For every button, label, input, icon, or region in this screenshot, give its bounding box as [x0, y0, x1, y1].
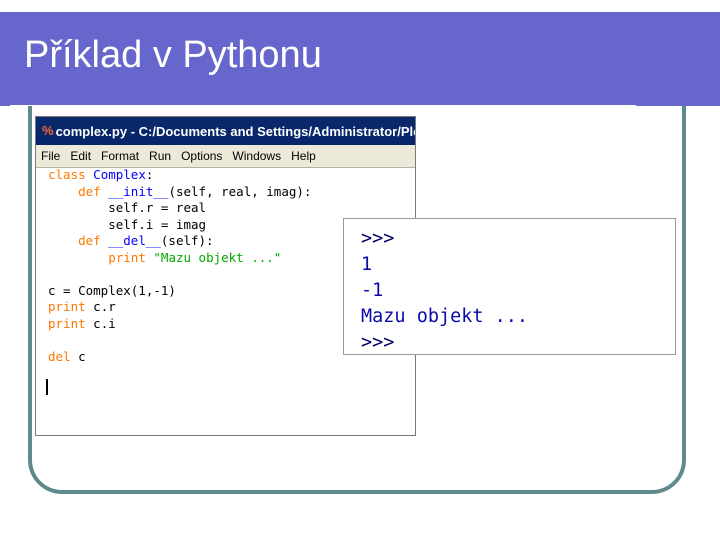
menu-help[interactable]: Help	[286, 149, 321, 163]
window-titlebar[interactable]: % complex.py - C:/Documents and Settings…	[36, 117, 415, 145]
shell-prompt: >>>	[361, 332, 395, 353]
code-line: print c.r	[48, 299, 116, 314]
window-title: complex.py - C:/Documents and Settings/A…	[55, 123, 415, 139]
code-line: c = Complex(1,-1)	[48, 282, 176, 298]
menu-options[interactable]: Options	[176, 149, 227, 163]
code-line: del c	[48, 348, 86, 364]
shell-output-line: 1	[361, 254, 373, 275]
code-line: class Complex:	[48, 167, 154, 182]
shell-output-line: -1	[361, 280, 384, 301]
menu-run[interactable]: Run	[144, 149, 176, 163]
shell-output: >>> 1 -1 Mazu objekt ... >>>	[361, 226, 528, 356]
code-line: print "Mazu objekt ..."	[108, 249, 282, 265]
shell-output-panel: >>> 1 -1 Mazu objekt ... >>>	[343, 218, 676, 355]
code-line: def __del__(self):	[78, 233, 214, 248]
code-line: self.i = imag	[48, 216, 207, 232]
menu-file[interactable]: File	[36, 149, 65, 163]
menu-format[interactable]: Format	[96, 149, 144, 163]
slide-title: Příklad v Pythonu	[24, 34, 322, 76]
python-idle-icon: %	[42, 123, 54, 138]
text-cursor	[46, 379, 48, 395]
code-editor[interactable]: class Complex: def __init__(self, real, …	[48, 167, 311, 365]
code-line: def __init__(self, real, imag):	[78, 183, 312, 199]
menu-bar: File Edit Format Run Options Windows Hel…	[36, 145, 415, 168]
shell-output-line: Mazu objekt ...	[361, 306, 529, 327]
code-line: print c.i	[48, 315, 116, 331]
menu-windows[interactable]: Windows	[227, 149, 286, 163]
slide-title-bar: Příklad v Pythonu	[0, 12, 720, 108]
code-line: self.r = real	[48, 200, 207, 215]
menu-edit[interactable]: Edit	[65, 149, 96, 163]
shell-prompt: >>>	[361, 228, 395, 249]
